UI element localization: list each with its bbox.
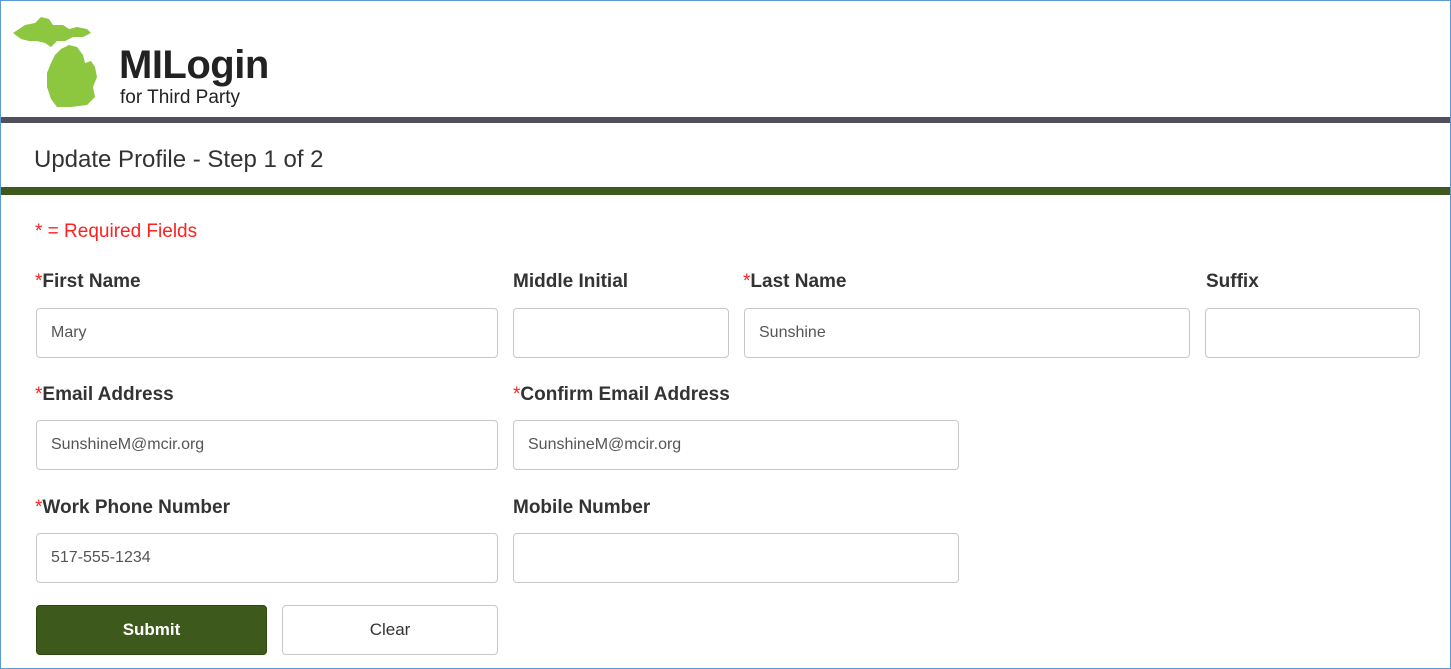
suffix-input[interactable] (1205, 308, 1420, 358)
suffix-label: Suffix (1206, 271, 1259, 292)
logo-title: MILogin (119, 43, 269, 87)
page-title: Update Profile - Step 1 of 2 (34, 146, 324, 173)
required-fields-note: * = Required Fields (35, 221, 198, 242)
site-header: MILogin for Third Party (1, 1, 1450, 117)
page-frame: MILogin for Third Party Update Profile -… (0, 0, 1451, 669)
mobile-number-input[interactable] (513, 533, 959, 583)
confirm-email-label: *Confirm Email Address (513, 384, 730, 405)
email-label: *Email Address (35, 384, 174, 405)
first-name-input[interactable] (36, 308, 498, 358)
email-input[interactable] (36, 420, 498, 470)
title-divider (1, 187, 1450, 195)
work-phone-input[interactable] (36, 533, 498, 583)
submit-button[interactable]: Submit (36, 605, 267, 655)
mobile-number-label: Mobile Number (513, 497, 651, 518)
logo-subtitle: for Third Party (120, 87, 241, 108)
middle-initial-label: Middle Initial (513, 271, 629, 292)
clear-button[interactable]: Clear (282, 605, 498, 655)
last-name-input[interactable] (744, 308, 1190, 358)
confirm-email-input[interactable] (513, 420, 959, 470)
first-name-label: *First Name (35, 271, 141, 292)
work-phone-label: *Work Phone Number (35, 497, 230, 518)
michigan-map-icon (13, 17, 97, 107)
last-name-label: *Last Name (743, 271, 847, 292)
middle-initial-input[interactable] (513, 308, 729, 358)
